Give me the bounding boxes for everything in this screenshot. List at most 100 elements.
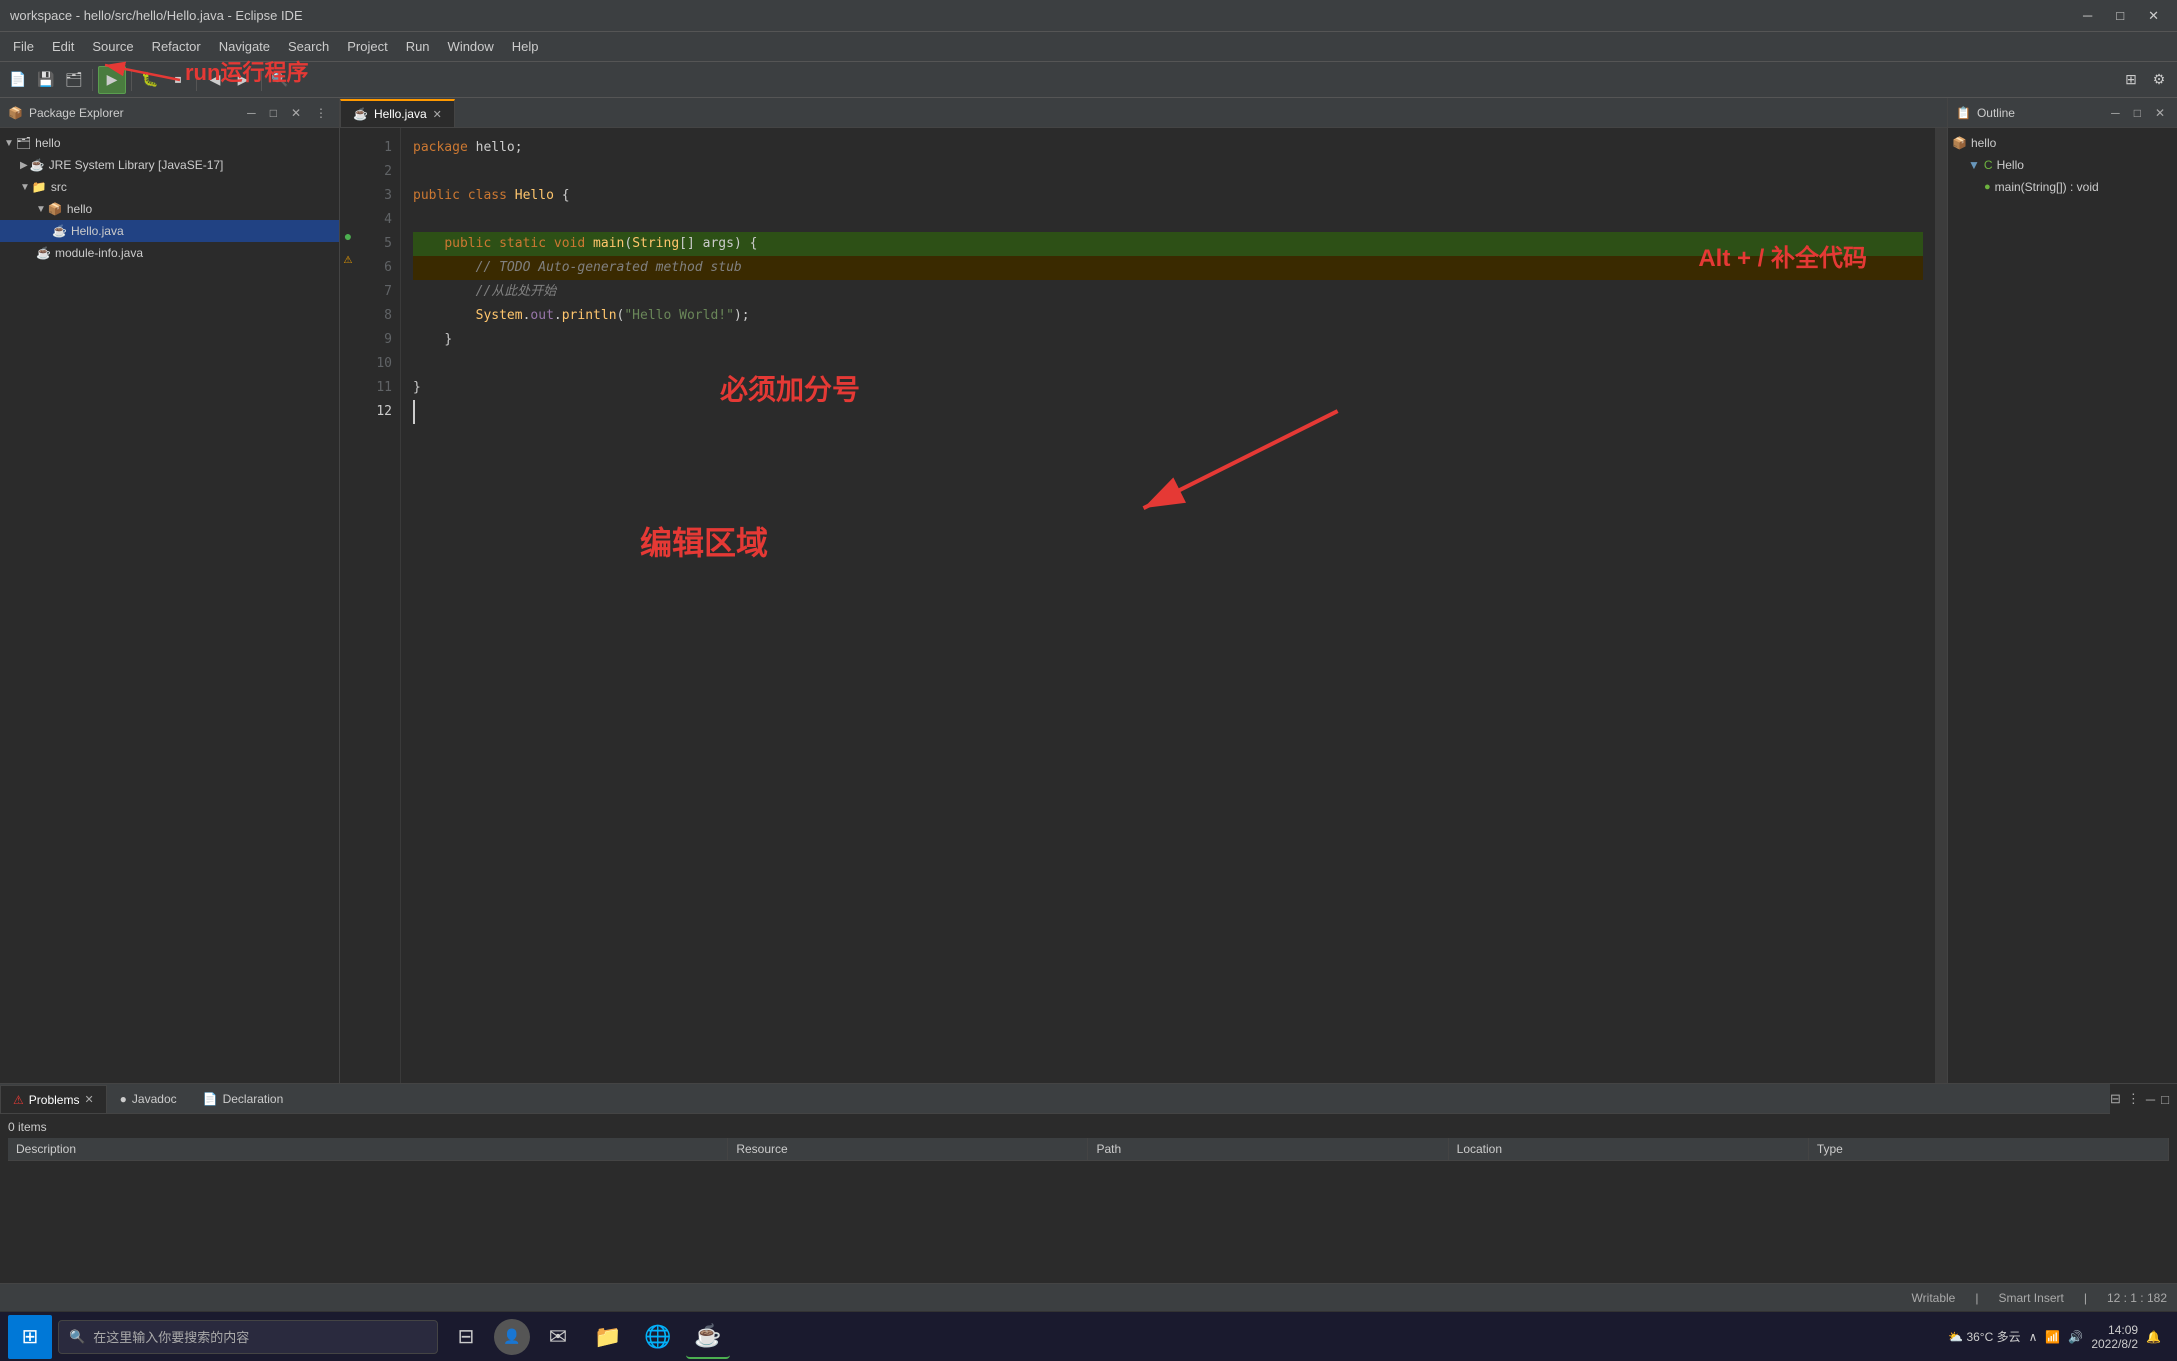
filter-icon[interactable]: ⊟ [2110, 1091, 2121, 1107]
editor-gutter: ● ⚠ [340, 128, 356, 1131]
package-explorer-minimize[interactable]: ─ [243, 104, 260, 122]
line-num-12: 12 [356, 400, 392, 424]
line-num-10: 10 [356, 352, 392, 376]
run-button[interactable]: ▶ [98, 66, 126, 94]
indent-9 [413, 328, 444, 352]
indent-8 [413, 304, 476, 328]
close-btn[interactable]: ✕ [2140, 8, 2167, 24]
package-explorer-title: Package Explorer [29, 106, 237, 120]
maximize-bottom-icon[interactable]: □ [2161, 1092, 2169, 1107]
declaration-icon: 📄 [203, 1092, 218, 1106]
menu-file[interactable]: File [5, 36, 42, 57]
new-button[interactable]: 📄 [5, 67, 31, 93]
search-button[interactable]: 🔍 [267, 67, 293, 93]
outline-close[interactable]: ✕ [2151, 104, 2169, 122]
outline-minimize[interactable]: ─ [2107, 104, 2124, 122]
notification-icon[interactable]: 🔔 [2146, 1330, 2161, 1344]
tree-label-hello-project: hello [35, 136, 60, 150]
perspective-button[interactable]: ⊞ [2118, 67, 2144, 93]
taskbar-search-icon: 🔍 [69, 1329, 85, 1345]
package-explorer-icon: 📦 [8, 106, 23, 120]
menu-window[interactable]: Window [440, 36, 502, 57]
taskbar-app-layout[interactable]: ⊟ [444, 1315, 488, 1359]
taskbar-search[interactable]: 🔍 在这里输入你要搜索的内容 [58, 1320, 438, 1354]
brace-open-2: { [750, 232, 758, 256]
save-all-button[interactable]: 🗂 [61, 67, 87, 93]
toolbar-separator-4 [261, 69, 262, 91]
bottom-tab-problems[interactable]: ⚠ Problems ✕ [0, 1085, 107, 1113]
status-insert-mode: Smart Insert [1998, 1291, 2063, 1305]
menu-bar: File Edit Source Refactor Navigate Searc… [0, 32, 2177, 62]
code-line-4 [413, 208, 1923, 232]
problems-label: Problems [29, 1093, 80, 1107]
package-explorer-menu[interactable]: ⋮ [311, 104, 331, 122]
cls-string: String [632, 232, 679, 256]
tree-arrow-src: ▼ [20, 182, 30, 193]
editor-panel: ☕ Hello.java ✕ ● ⚠ [340, 98, 1947, 1131]
package-explorer-maximize[interactable]: □ [266, 104, 281, 122]
tree-arrow-pkg: ▼ [36, 204, 46, 215]
menu-project[interactable]: Project [339, 36, 395, 57]
items-count: 0 items [8, 1118, 2169, 1138]
taskbar-app-eclipse[interactable]: ☕ [686, 1315, 730, 1359]
taskbar-right: ⛅ 36°C 多云 ∧ 📶 🔊 14:09 2022/8/2 🔔 [1948, 1323, 2169, 1351]
menu-search[interactable]: Search [280, 36, 337, 57]
settings-button[interactable]: ⚙ [2146, 67, 2172, 93]
back-button[interactable]: ◀ [202, 67, 228, 93]
tree-item-hello-java[interactable]: ☕ Hello.java [0, 220, 339, 242]
tree-item-module-java[interactable]: ☕ module-info.java [0, 242, 339, 264]
maximize-btn[interactable]: □ [2108, 8, 2132, 24]
debug-button[interactable]: 🐛 [137, 67, 163, 93]
taskbar-app-mail[interactable]: ✉ [536, 1315, 580, 1359]
status-separator-1: | [1975, 1291, 1978, 1305]
taskbar-clock[interactable]: 14:09 2022/8/2 [2091, 1323, 2138, 1351]
menu-source[interactable]: Source [84, 36, 141, 57]
line-num-6: 6 [356, 256, 392, 280]
col-description: Description [8, 1138, 728, 1160]
minimize-bottom-icon[interactable]: ─ [2146, 1092, 2155, 1107]
col-type: Type [1809, 1138, 2169, 1160]
taskbar-app-avatar[interactable]: 👤 [494, 1319, 530, 1355]
indent-5 [413, 232, 444, 256]
tab-close-hello-java[interactable]: ✕ [433, 108, 442, 121]
menu-edit[interactable]: Edit [44, 36, 82, 57]
editor-tab-hello-java[interactable]: ☕ Hello.java ✕ [340, 99, 455, 127]
javadoc-label: Javadoc [132, 1092, 177, 1106]
tree-item-jre[interactable]: ▶ ☕ JRE System Library [JavaSE-17] [0, 154, 339, 176]
title-bar: workspace - hello/src/hello/Hello.java -… [0, 0, 2177, 32]
menu-help[interactable]: Help [504, 36, 547, 57]
tree-item-src[interactable]: ▼ 📁 src [0, 176, 339, 198]
forward-button[interactable]: ▶ [230, 67, 256, 93]
bottom-tab-declaration[interactable]: 📄 Declaration [190, 1085, 297, 1113]
outline-item-main-method[interactable]: ● main(String[]) : void [1948, 176, 2177, 198]
editor-content[interactable]: ● ⚠ 1 2 3 4 5 6 7 8 9 10 11 [340, 128, 1947, 1131]
gutter-line9 [340, 320, 356, 344]
bottom-tab-javadoc[interactable]: ● Javadoc [107, 1085, 190, 1113]
tree-item-hello-project[interactable]: ▼ 🗂 hello [0, 132, 339, 154]
taskbar-app-edge[interactable]: 🌐 [636, 1315, 680, 1359]
view-menu-icon[interactable]: ⋮ [2127, 1091, 2140, 1107]
stop-button[interactable]: ⏹ [165, 67, 191, 93]
editor-scrollbar[interactable] [1935, 128, 1947, 1131]
taskbar-weather: ⛅ 36°C 多云 [1948, 1328, 2020, 1345]
package-explorer-close[interactable]: ✕ [287, 104, 305, 122]
outline-maximize[interactable]: □ [2130, 104, 2145, 122]
taskbar-tray-expand[interactable]: ∧ [2029, 1330, 2038, 1344]
code-area[interactable]: package hello; public class Hello { publ… [401, 128, 1935, 1131]
gutter-line1 [340, 128, 356, 152]
line-num-3: 3 [356, 184, 392, 208]
save-button[interactable]: 💾 [33, 67, 59, 93]
semicolon-1: ; [515, 136, 523, 160]
windows-start-button[interactable]: ⊞ [8, 1315, 52, 1359]
outline-item-hello-class[interactable]: ▼ C Hello [1948, 154, 2177, 176]
taskbar-app-files[interactable]: 📁 [586, 1315, 630, 1359]
menu-run[interactable]: Run [398, 36, 438, 57]
outline-item-hello-pkg[interactable]: 📦 hello [1948, 132, 2177, 154]
minimize-btn[interactable]: ─ [2075, 8, 2100, 24]
tree-item-hello-package[interactable]: ▼ 📦 hello [0, 198, 339, 220]
menu-navigate[interactable]: Navigate [211, 36, 278, 57]
problems-close[interactable]: ✕ [84, 1093, 93, 1106]
cls-hello: Hello [515, 184, 554, 208]
line-num-7: 7 [356, 280, 392, 304]
menu-refactor[interactable]: Refactor [144, 36, 209, 57]
